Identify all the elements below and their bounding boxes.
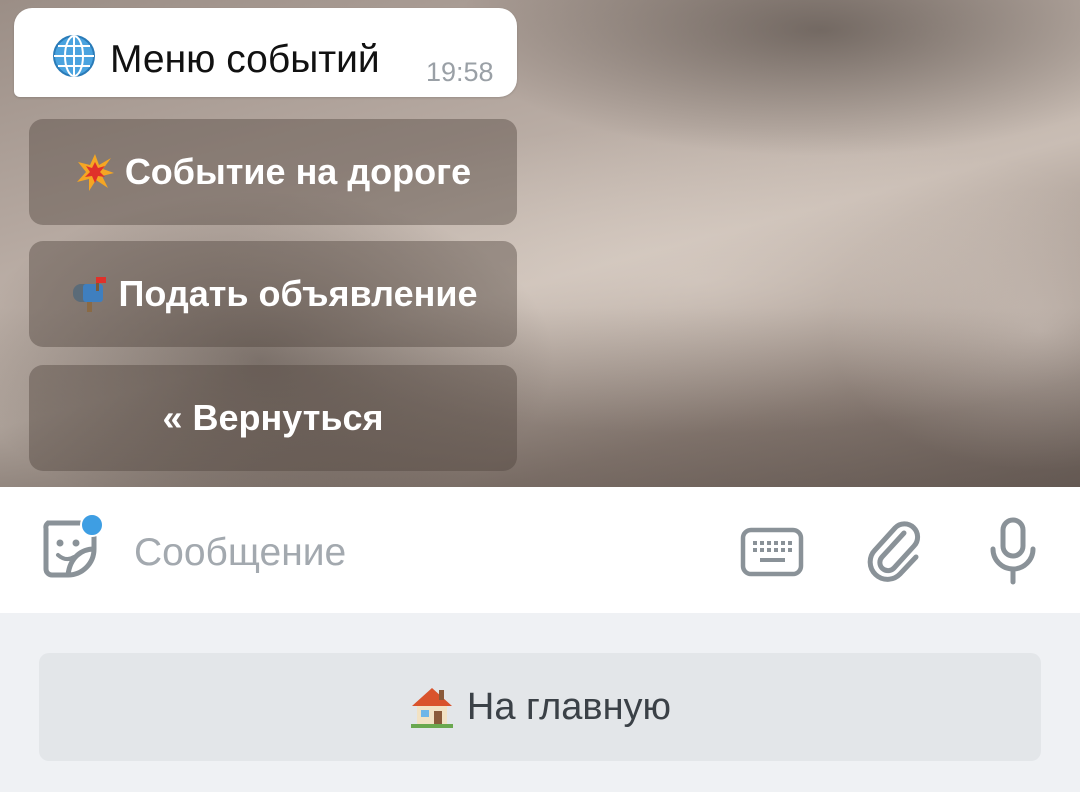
message-composer: Сообщение xyxy=(0,487,1080,613)
message-bubble[interactable]: Меню событий 19:58 xyxy=(14,8,517,97)
sticker-emoji-button[interactable] xyxy=(38,515,104,581)
inline-button-road-event[interactable]: Событие на дороге xyxy=(29,119,517,225)
notification-dot xyxy=(80,515,104,537)
keyboard-icon[interactable] xyxy=(740,527,804,577)
message-input[interactable]: Сообщение xyxy=(134,530,346,576)
globe-icon xyxy=(53,35,95,77)
inline-button-post-ad[interactable]: Подать объявление xyxy=(29,241,517,347)
inline-button-label: Подать объявление xyxy=(118,273,478,314)
inline-button-label: « Вернуться xyxy=(162,397,384,438)
inline-button-back[interactable]: « Вернуться xyxy=(29,365,517,471)
inline-button-label: Событие на дороге xyxy=(124,151,472,192)
mailbox-icon xyxy=(72,277,106,312)
attach-paperclip-icon[interactable] xyxy=(866,519,924,583)
message-text: Меню событий xyxy=(110,38,380,81)
reply-button-label: На главную xyxy=(466,685,672,728)
collision-icon xyxy=(76,154,114,191)
house-icon xyxy=(410,688,453,728)
message-time: 19:58 xyxy=(426,57,494,87)
microphone-icon[interactable] xyxy=(988,517,1038,585)
reply-button-home[interactable]: На главную xyxy=(39,653,1041,761)
chat-background: Меню событий 19:58 Событие на дороге Под… xyxy=(0,0,1080,487)
